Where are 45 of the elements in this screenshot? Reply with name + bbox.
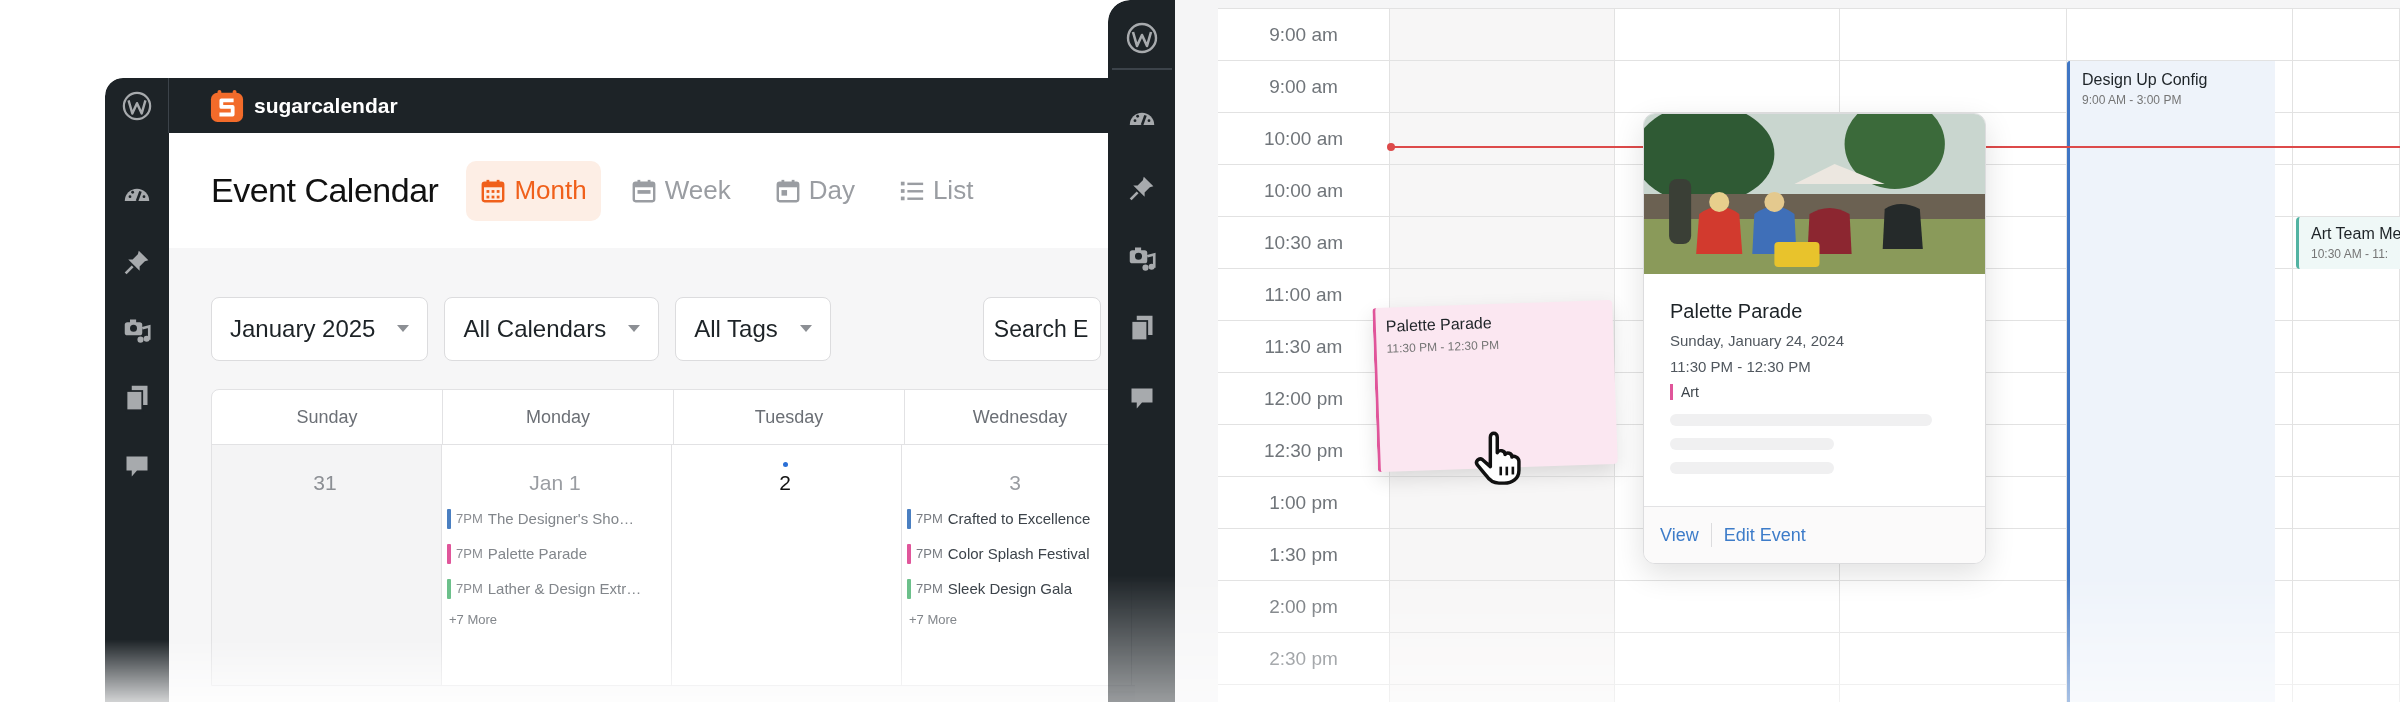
event-block[interactable]: Art Team Me 10:30 AM - 11: — [2296, 217, 2400, 269]
filter-dropdown[interactable]: All Tags — [675, 297, 831, 361]
event-item[interactable]: 7PM The Designer's Sho… — [447, 501, 634, 536]
day-number: 31 — [313, 471, 337, 495]
calendar-icon[interactable] — [480, 177, 507, 204]
event-link[interactable]: View — [1660, 524, 1699, 546]
event-title: Palette Parade — [1670, 300, 1804, 323]
event-block[interactable]: Palette Parade 11:30 PM - 12:30 PM — [1372, 299, 1618, 473]
pin-icon[interactable] — [123, 248, 151, 276]
view-tab[interactable]: Day — [760, 160, 869, 221]
weekday-header: Tuesday — [674, 390, 905, 444]
event-item[interactable]: 7PM Lather & Design Extr… — [447, 571, 642, 606]
weekday-header: Monday — [443, 390, 674, 444]
page-title: Event Calendar — [211, 171, 439, 210]
filter-dropdown[interactable]: All Calendars — [444, 297, 660, 361]
view-tab[interactable]: List — [884, 160, 988, 221]
caret-icon[interactable] — [628, 325, 641, 333]
event-link[interactable]: Edit Event — [1723, 524, 1806, 546]
event-time: 11:30 PM - 12:30 PM — [1670, 358, 1811, 375]
event-item[interactable]: 7PM Crafted to Excellence — [907, 501, 1091, 536]
more-link[interactable]: +7 More — [447, 612, 498, 627]
view-tab[interactable]: Week — [616, 160, 745, 221]
brand-name: sugarcalendar — [254, 93, 398, 118]
view-tab[interactable]: Month — [466, 160, 601, 221]
calendar-icon[interactable] — [630, 177, 657, 204]
pin-icon[interactable] — [1127, 174, 1156, 202]
day-number: 3 — [1009, 471, 1021, 495]
logo-icon — [210, 88, 244, 123]
event-block[interactable]: Design Up Config 9:00 AM - 3:00 PM — [2067, 61, 2275, 702]
event-date: Sunday, January 24, 2024 — [1670, 332, 1845, 349]
caret-icon[interactable] — [397, 325, 410, 333]
calendar-icon[interactable] — [774, 177, 801, 204]
caret-icon[interactable] — [799, 325, 812, 333]
search-field[interactable]: Search E — [982, 297, 1101, 361]
event-item[interactable]: 7PM Color Splash Festival — [907, 536, 1090, 571]
event-item[interactable]: 7PM Palette Parade — [447, 536, 587, 571]
logo-icon[interactable] — [121, 90, 152, 121]
event-tag: Art — [1670, 384, 1699, 400]
logo-icon[interactable] — [1125, 22, 1158, 54]
day-number: 2 — [779, 471, 791, 495]
filter-dropdown[interactable]: January 2025 — [211, 297, 429, 361]
weekday-header: Sunday — [212, 390, 443, 444]
day-number: Jan 1 — [529, 471, 581, 495]
more-link[interactable]: +7 More — [907, 612, 958, 627]
event-item[interactable]: 7PM Sleek Design Gala — [907, 571, 1072, 606]
